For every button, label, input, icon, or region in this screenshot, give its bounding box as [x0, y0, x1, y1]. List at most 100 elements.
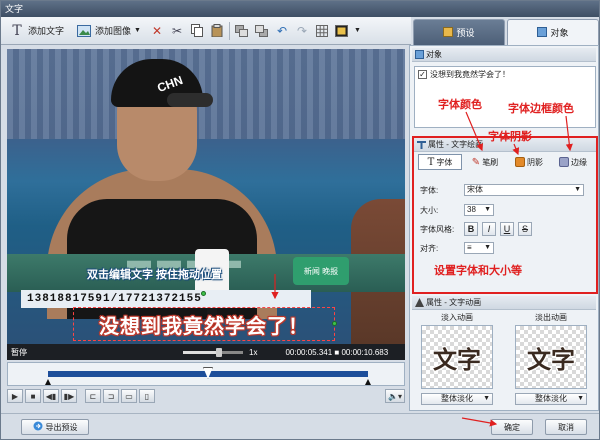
out-point-marker-icon[interactable] [365, 379, 371, 385]
anim-props-header: 属性 - 文字动画 [412, 296, 596, 310]
playback-state: 暂停 [11, 347, 27, 357]
window-title: 文字 [1, 1, 599, 17]
playback-speed: 1x [249, 347, 258, 357]
play-button[interactable]: ▶ [7, 389, 23, 403]
fade-out-effect-select[interactable]: 整体淡化 ▼ [515, 393, 587, 405]
font-tab-icon: T [427, 156, 435, 168]
tab-shadow[interactable]: 阴影 [508, 154, 550, 170]
annotation-shadow: 字体阴影 [488, 130, 532, 143]
align-select-value: ≡ [467, 243, 472, 252]
export-icon [33, 421, 43, 433]
fade-in-column: 淡入动画 文字 整体淡化 ▼ [414, 312, 500, 405]
font-label: 字体: [420, 185, 439, 195]
text-props-icon [417, 141, 426, 149]
stop-button[interactable]: ■ [25, 389, 41, 403]
fade-out-label: 淡出动画 [535, 313, 567, 322]
preview-volume-fill [183, 350, 219, 354]
object-visible-checkbox[interactable]: ✓ [418, 70, 427, 79]
size-row: 大小: 38 ▼ [420, 204, 494, 216]
resize-handle-right[interactable] [332, 321, 337, 326]
align-label: 对齐: [420, 243, 439, 253]
tab-objects[interactable]: 对象 [507, 19, 599, 45]
add-text-label: 添加文字 [28, 26, 65, 36]
cut-icon[interactable]: ✂ [169, 23, 185, 39]
tab-brush[interactable]: ✎ 笔刷 [464, 154, 506, 170]
export-preset-button[interactable]: 导出预设 [21, 419, 89, 435]
rotate-handle[interactable] [201, 291, 206, 296]
text-props-tabs: T 字体 ✎ 笔刷 阴影 边缘 [418, 154, 594, 172]
volume-button[interactable]: 🔈▾ [385, 389, 405, 403]
frame-dropdown-chevron-icon[interactable]: ▼ [354, 27, 361, 34]
underline-button[interactable]: U [500, 222, 514, 236]
undo-icon[interactable]: ↶ [274, 23, 290, 39]
annotation-border-color: 字体边框颜色 [508, 102, 574, 115]
bold-button[interactable]: B [464, 222, 478, 236]
objects-header-label: 对象 [426, 50, 442, 59]
drag-hint-text: 双击编辑文字 按住拖动位置 [87, 269, 223, 281]
preview-volume-knob[interactable] [216, 347, 222, 357]
annotation-font-color: 字体颜色 [438, 98, 482, 111]
add-text-button[interactable]: T 添加文字 [5, 20, 68, 42]
next-frame-button[interactable]: ▮▶ [61, 389, 77, 403]
align-row: 对齐: ≡ ▼ [420, 242, 494, 254]
list-item[interactable]: ✓ 没想到我竟然学会了！ [415, 67, 595, 82]
ok-button[interactable]: 确定 [491, 419, 533, 435]
italic-button[interactable]: I [482, 222, 496, 236]
size-select-value: 38 [467, 205, 476, 214]
video-preview[interactable]: CHN ▬▬▬▬ 新闻 晚报 双击编辑文字 按住拖动位置 13818817591… [7, 49, 405, 344]
tab-font-label: 字体 [436, 157, 453, 167]
text-object-caption[interactable]: 没想到我竟然学会了！ [73, 307, 335, 341]
font-select[interactable]: 宋体 ▼ [464, 184, 584, 196]
strikethrough-button[interactable]: S [518, 222, 532, 236]
text-editor-window: 文字 T 添加文字 添加图像 ▼ ✕ ✂ ↶ ↷ ▼ 预设 对象 CHN ▬▬▬… [0, 0, 600, 440]
fade-out-effect-value: 整体淡化 [535, 394, 567, 403]
marker-button[interactable]: ▯ [139, 389, 155, 403]
send-backward-icon[interactable] [254, 23, 270, 39]
previous-frame-button[interactable]: ◀▮ [43, 389, 59, 403]
clip-button[interactable]: ▭ [121, 389, 137, 403]
right-panel-tabs: 预设 对象 [413, 19, 599, 45]
tab-border[interactable]: 边缘 [552, 154, 594, 170]
chevron-down-icon: ▼ [574, 186, 581, 193]
time-separator-icon: ■ [334, 347, 340, 357]
cancel-button[interactable]: 取消 [545, 419, 587, 435]
grid-icon[interactable] [314, 23, 330, 39]
playback-status-bar: 暂停 1x 00:00:05.341 ■ 00:00:10.683 [7, 344, 405, 360]
objects-section-icon [415, 50, 424, 59]
frame-icon[interactable] [334, 23, 350, 39]
set-in-point-button[interactable]: ⊏ [85, 389, 101, 403]
fade-in-preview[interactable]: 文字 [421, 325, 493, 389]
fade-in-effect-value: 整体淡化 [441, 394, 473, 403]
fade-in-preview-word: 文字 [433, 346, 481, 374]
delete-icon[interactable]: ✕ [149, 23, 165, 39]
caption-text: 没想到我竟然学会了！ [99, 315, 309, 338]
redo-icon[interactable]: ↷ [294, 23, 310, 39]
chevron-down-icon: ▼ [134, 27, 141, 34]
image-icon [76, 23, 92, 39]
in-point-marker-icon[interactable] [45, 379, 51, 385]
current-time: 00:00:05.341 [285, 347, 333, 357]
add-image-button[interactable]: 添加图像 ▼ [72, 20, 145, 42]
copy-icon[interactable] [189, 23, 205, 39]
tab-font[interactable]: T 字体 [418, 154, 462, 170]
tab-presets[interactable]: 预设 [413, 19, 505, 45]
brush-icon: ✎ [471, 156, 481, 168]
tab-brush-label: 笔刷 [482, 157, 499, 167]
paste-icon[interactable] [209, 23, 225, 39]
toolbar-divider [228, 21, 230, 40]
preset-icon [443, 26, 454, 39]
bring-forward-icon[interactable] [234, 23, 250, 39]
preview-volume-slider[interactable] [183, 347, 243, 357]
total-time: 00:00:10.683 [341, 347, 389, 357]
style-label: 字体风格: [420, 224, 455, 234]
timeline[interactable] [7, 362, 405, 386]
tab-border-label: 边缘 [571, 157, 587, 167]
size-label: 大小: [420, 205, 439, 215]
size-select[interactable]: 38 ▼ [464, 204, 494, 216]
fade-in-effect-select[interactable]: 整体淡化 ▼ [421, 393, 493, 405]
fade-out-preview-word: 文字 [527, 346, 575, 374]
channel-badge: 新闻 晚报 [293, 257, 349, 285]
align-select[interactable]: ≡ ▼ [464, 242, 494, 254]
set-out-point-button[interactable]: ⊐ [103, 389, 119, 403]
fade-out-preview[interactable]: 文字 [515, 325, 587, 389]
